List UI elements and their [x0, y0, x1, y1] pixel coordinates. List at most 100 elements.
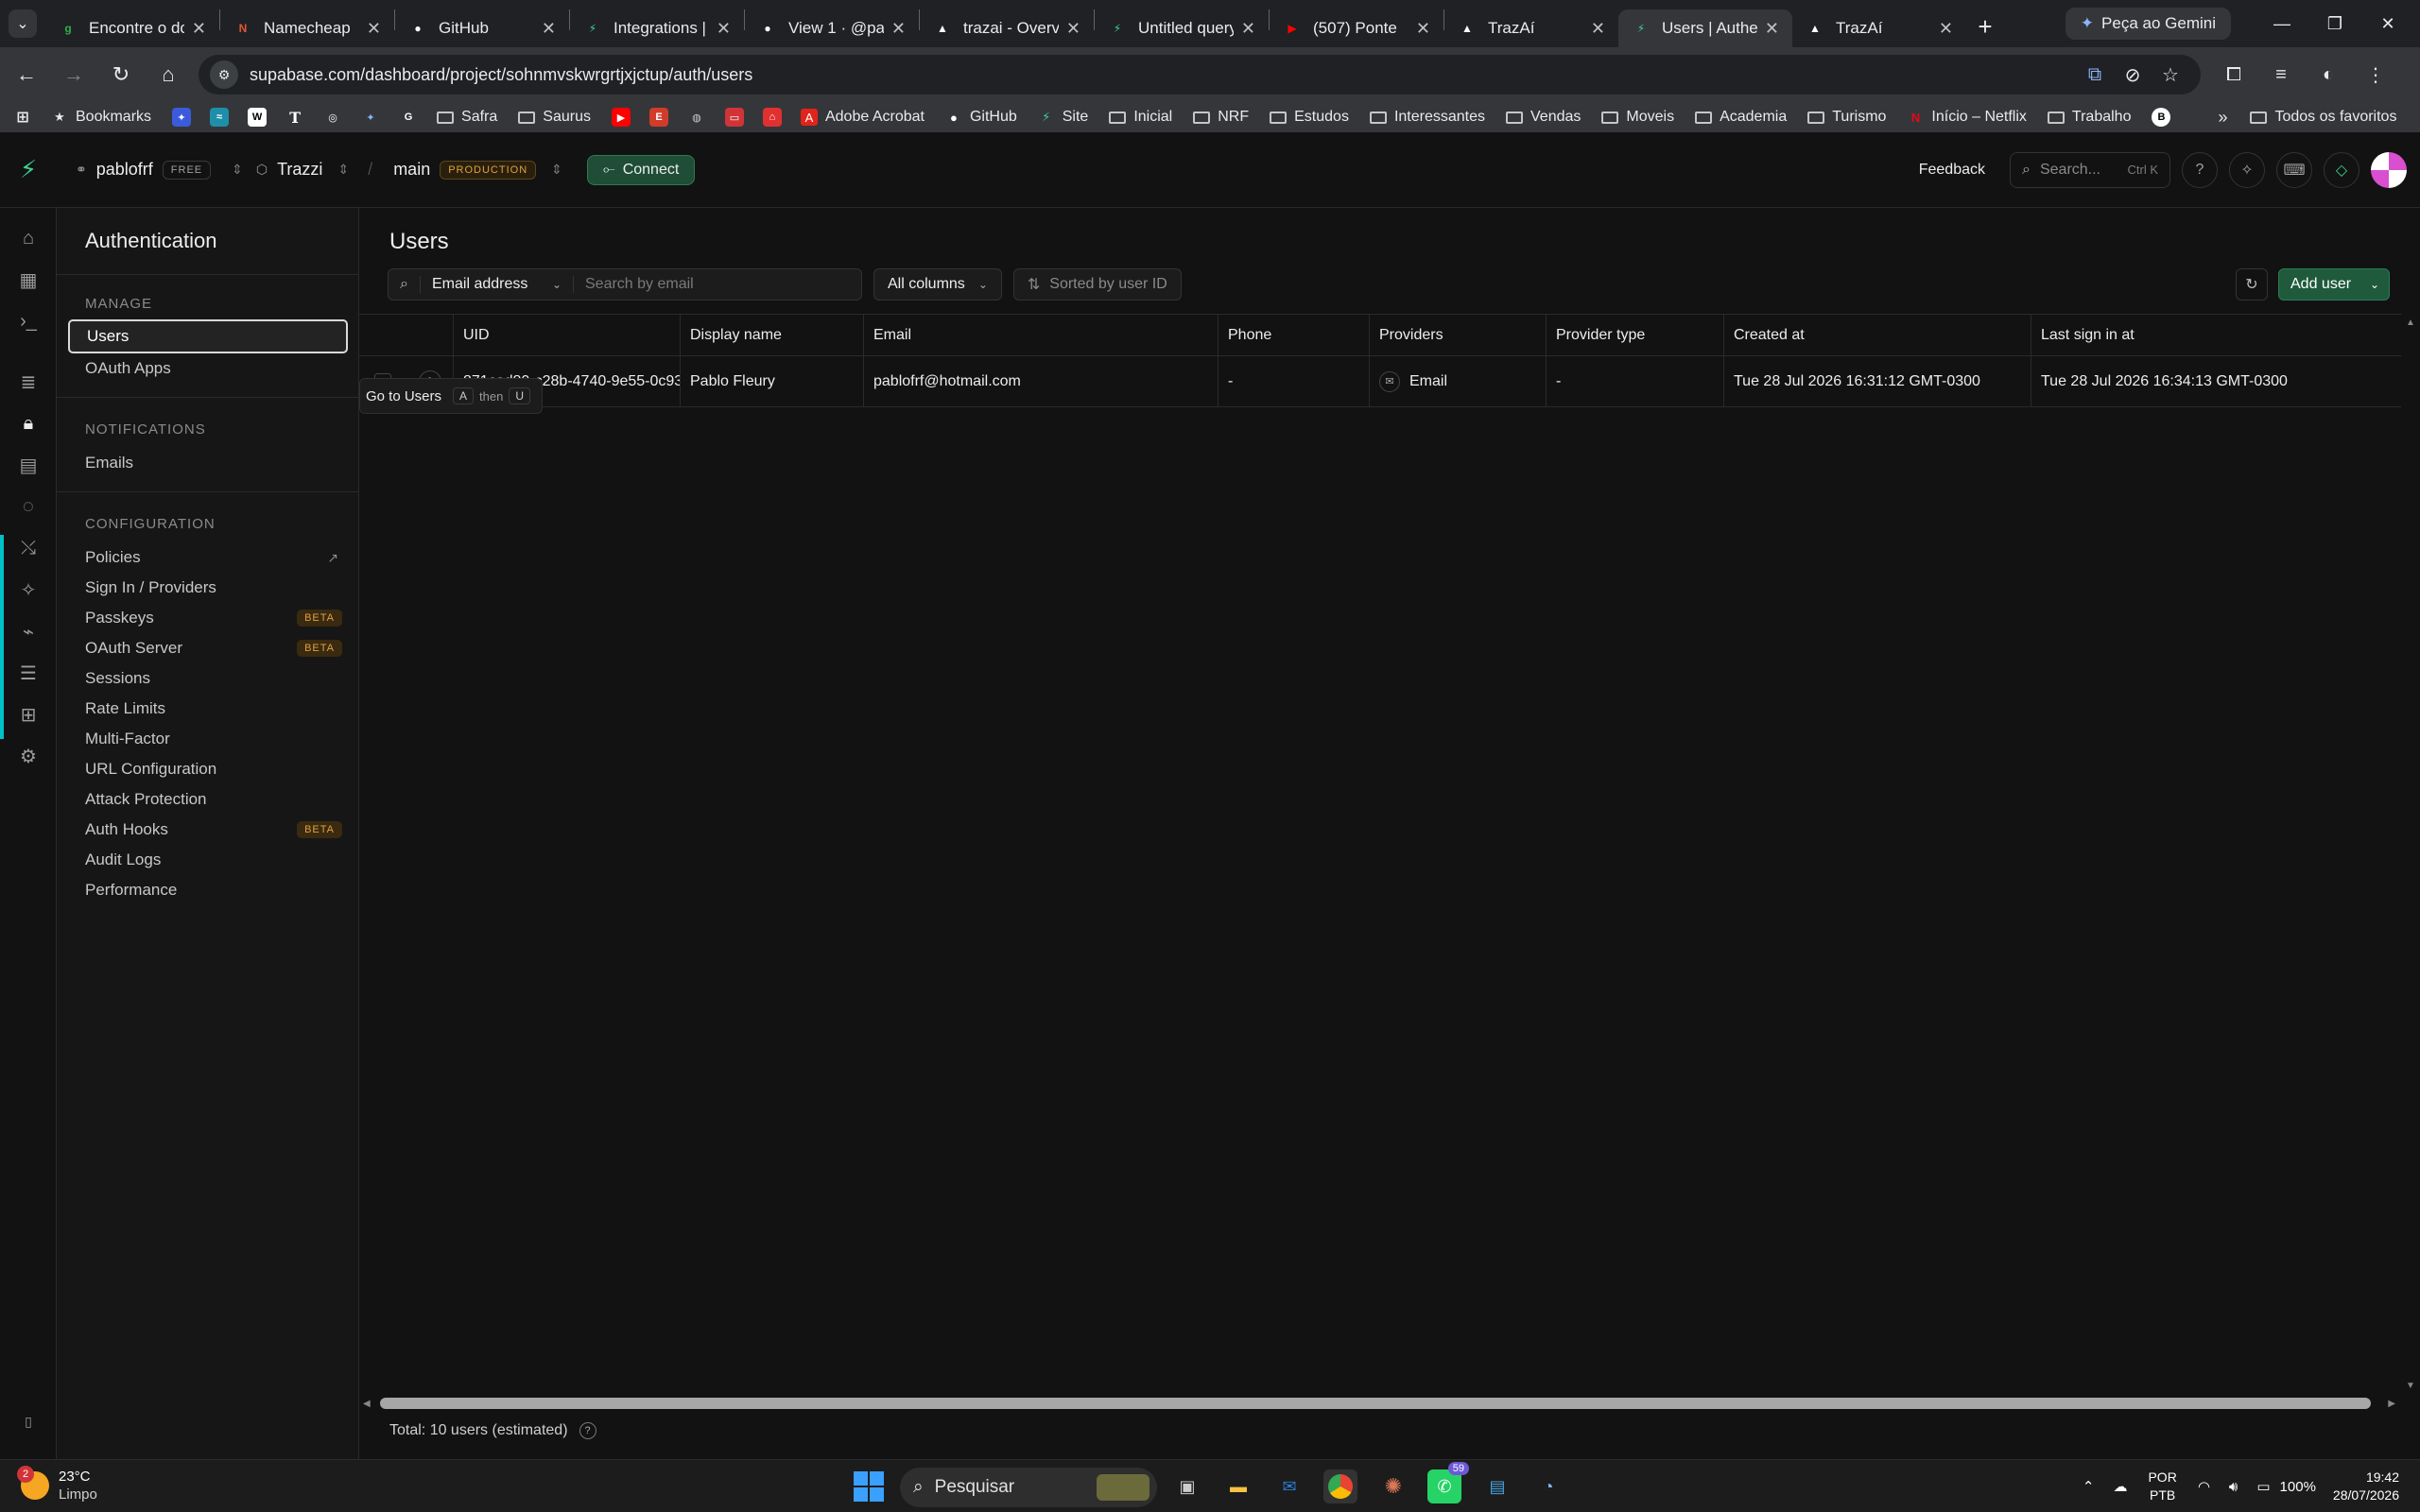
table-editor-icon[interactable]: ▦ [17, 268, 40, 291]
browser-tab[interactable]: ▶ (507) Ponte ✕ [1270, 9, 1443, 47]
browser-tab[interactable]: gEncontre o dom✕ [45, 9, 219, 47]
taskbar-search[interactable]: ⌕ Pesquisar [900, 1468, 1157, 1507]
scroll-down-icon[interactable]: ▼ [2406, 1381, 2415, 1391]
scroll-left-icon[interactable]: ◀ [363, 1399, 371, 1409]
install-app-icon[interactable]: ⧉ [2076, 64, 2114, 86]
gemini-button[interactable]: ✦ Peça ao Gemini [2065, 8, 2231, 40]
user-avatar[interactable] [2371, 151, 2407, 188]
scroll-right-icon[interactable]: ▶ [2388, 1399, 2395, 1409]
bookmark-favicon-icon[interactable]: ✦ [172, 108, 192, 127]
sidebar-item-auth-hooks[interactable]: Auth Hooks BETA [85, 815, 342, 845]
add-user-button[interactable]: Add user ⌄ [2278, 268, 2390, 301]
clock[interactable]: 19:42 28/07/2026 [2333, 1469, 2399, 1504]
browser-tab[interactable]: ⚡Users | Authent✕ [1618, 9, 1792, 47]
assistant-icon[interactable]: ◇ [2324, 151, 2360, 188]
all-bookmarks[interactable]: Todos os favoritos [2250, 109, 2396, 126]
close-tab-icon[interactable]: ✕ [1765, 19, 1779, 39]
back-button[interactable]: ← [6, 54, 47, 95]
bookmark-interessantes[interactable]: Interessantes [1369, 109, 1485, 126]
columns-filter-dropdown[interactable]: All columns ⌄ [873, 268, 1002, 301]
project-selector[interactable]: ⬡ Trazzi ⇕ [256, 160, 368, 180]
eye-off-icon[interactable]: ⊘ [2114, 63, 2152, 87]
bookmark-google-icon[interactable]: G [399, 108, 418, 127]
browser-menu-icon[interactable]: ⋮ [2352, 63, 2399, 87]
help-circle-icon[interactable]: ? [579, 1422, 596, 1439]
tab-search-button[interactable]: ⌄ [0, 0, 45, 47]
close-tab-icon[interactable]: ✕ [367, 19, 381, 39]
header-display-name[interactable]: Display name [681, 315, 864, 355]
home-icon[interactable]: ⌂ [17, 227, 40, 249]
bookmark-favicon-icon[interactable]: ⌂ [762, 108, 782, 127]
media-controls-icon[interactable]: ≡ [2257, 64, 2305, 86]
apps-grid-icon[interactable]: ⊞ [13, 108, 32, 127]
bookmark-favicon-icon[interactable]: ▭ [724, 108, 744, 127]
search-field-dropdown[interactable]: Email address ⌄ [421, 276, 574, 293]
sidebar-item-oauth-apps[interactable]: OAuth Apps [85, 353, 342, 384]
browser-tab[interactable]: ▲ TrazAí ✕ [1792, 9, 1966, 47]
connect-button[interactable]: ⟜ Connect [586, 154, 696, 185]
wifi-icon[interactable]: ◠ [2198, 1478, 2210, 1495]
restore-button[interactable]: ❐ [2308, 14, 2361, 34]
header-uid[interactable]: UID [454, 315, 681, 355]
database-icon[interactable]: ≣ [17, 370, 40, 393]
help-icon[interactable]: ? [2182, 151, 2218, 188]
sidebar-item-multi-factor[interactable]: Multi-Factor [85, 724, 342, 754]
url-text[interactable]: supabase.com/dashboard/project/sohnmvskw… [250, 65, 2076, 85]
branch-selector[interactable]: main PRODUCTION ⇕ [393, 160, 581, 180]
close-tab-icon[interactable]: ✕ [717, 19, 731, 39]
bookmark-moveis[interactable]: Moveis [1601, 109, 1674, 126]
sidebar-item-users[interactable]: Users [68, 319, 348, 353]
close-tab-icon[interactable]: ✕ [891, 19, 906, 39]
global-search[interactable]: ⌕ Search... Ctrl K [2010, 151, 2170, 188]
home-button[interactable]: ⌂ [147, 54, 189, 95]
bookmark-etsy-icon[interactable]: E [648, 108, 668, 127]
weather-widget[interactable]: 2 23°C Limpo [17, 1466, 97, 1503]
collapse-sidebar-icon[interactable]: ▯ [17, 1410, 40, 1433]
table-row[interactable]: ♙ 871ced80-c28b-4740-9e55-0c9392595b1d P… [359, 356, 2401, 407]
profile-icon[interactable]: ◐ [2305, 64, 2352, 86]
close-tab-icon[interactable]: ✕ [1066, 19, 1080, 39]
sql-editor-icon[interactable]: ›_ [17, 310, 40, 333]
bookmark-academia[interactable]: Academia [1695, 109, 1787, 126]
close-tab-icon[interactable]: ✕ [1241, 19, 1255, 39]
header-provider-type[interactable]: Provider type [1547, 315, 1724, 355]
bookmark-estudos[interactable]: Estudos [1270, 109, 1349, 126]
battery-icon[interactable]: ▭ [2256, 1478, 2270, 1495]
bookmark-inicial[interactable]: Inicial [1109, 109, 1172, 126]
bookmark-b-icon[interactable]: B [2152, 108, 2171, 127]
bookmark-chatgpt-icon[interactable]: ◎ [323, 108, 342, 127]
sidebar-item-attack-protection[interactable]: Attack Protection [85, 784, 342, 815]
address-bar[interactable]: ⚙ supabase.com/dashboard/project/sohnmvs… [199, 55, 2201, 94]
sidebar-item-policies[interactable]: Policies ↗ [85, 542, 342, 573]
bookmark-vendas[interactable]: Vendas [1506, 109, 1581, 126]
bookmark-globe-icon[interactable]: ◍ [687, 108, 706, 127]
advisors-icon[interactable]: ✧ [17, 578, 40, 601]
observability-icon[interactable]: ⌁ [17, 620, 40, 643]
volume-icon[interactable]: 🔊︎ [2229, 1479, 2238, 1495]
extensions-icon[interactable]: ⧠ [2210, 64, 2257, 86]
bookmark-wsj-icon[interactable]: W [248, 108, 268, 127]
edge-functions-icon[interactable]: ◌ [17, 495, 40, 518]
supabase-logo-icon[interactable]: ⚡ [0, 155, 57, 184]
close-tab-icon[interactable]: ✕ [542, 19, 556, 39]
header-phone[interactable]: Phone [1219, 315, 1370, 355]
steam-icon[interactable]: ◔ [1531, 1469, 1565, 1503]
sidebar-item-url-configuration[interactable]: URL Configuration [85, 754, 342, 784]
feedback-button[interactable]: Feedback [1919, 162, 1985, 179]
notepad-icon[interactable]: ▤ [1480, 1469, 1514, 1503]
bookmark-site[interactable]: ⚡ Site [1038, 109, 1088, 126]
show-hidden-icons[interactable]: ⌃ [2083, 1478, 2095, 1495]
start-button[interactable] [854, 1471, 884, 1502]
scroll-up-icon[interactable]: ▲ [2406, 318, 2415, 328]
org-selector[interactable]: ⚭ pablofrf FREE ⇕ [76, 160, 256, 180]
file-explorer-icon[interactable]: ▬ [1221, 1469, 1255, 1503]
bookmark-adobe-acrobat[interactable]: A Adobe Acrobat [800, 109, 925, 126]
close-tab-icon[interactable]: ✕ [1939, 19, 1953, 39]
bookmark-trabalho[interactable]: Trabalho [2047, 109, 2131, 126]
bookmark-favicon-icon[interactable]: ≈ [210, 108, 230, 127]
claude-icon[interactable]: ✺ [1376, 1469, 1410, 1503]
bookmark-star-icon[interactable]: ☆ [2152, 63, 2189, 87]
sidebar-item-sessions[interactable]: Sessions [85, 663, 342, 694]
header-providers[interactable]: Providers [1370, 315, 1547, 355]
task-view-icon[interactable]: ▣ [1170, 1469, 1204, 1503]
